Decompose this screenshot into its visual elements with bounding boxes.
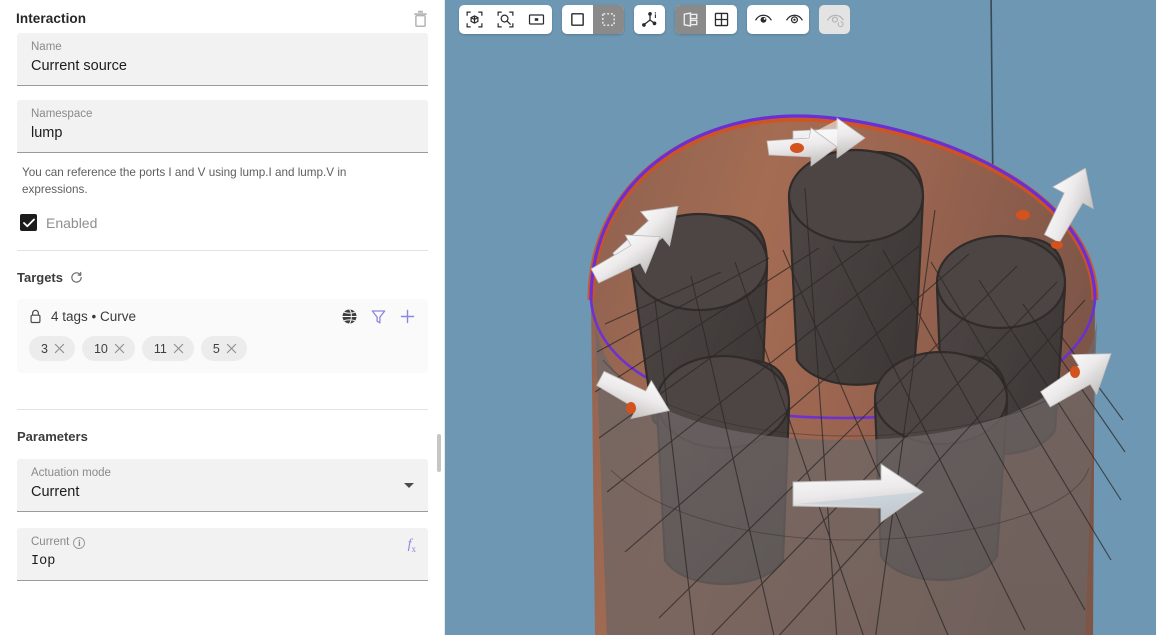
trash-icon[interactable] [409,7,431,29]
parameters-section-header: Parameters [17,429,445,444]
scene-render [445,0,1156,635]
name-field-value: Current source [31,58,127,74]
select-marquee-icon[interactable] [593,5,624,34]
namespace-field-label: Namespace [31,108,93,120]
toolbar-group-layout [675,5,737,34]
current-field-label: Current i [31,535,414,550]
zoom-window-icon[interactable] [521,5,552,34]
filter-icon[interactable] [371,309,386,325]
refresh-icon[interactable] [70,271,83,284]
sidebar-scrollbar[interactable] [436,0,443,635]
name-field[interactable]: Name Current source [17,33,428,86]
zoom-selection-icon[interactable] [490,5,521,34]
tag-label: 11 [153,341,167,356]
actuation-mode-select[interactable]: Actuation mode Current [17,459,428,512]
close-icon[interactable] [226,343,237,354]
lock-icon [29,309,42,324]
info-icon[interactable]: i [73,536,86,549]
zoom-extents-icon[interactable] [459,5,490,34]
page-title: Interaction [16,10,87,26]
panel-header: Interaction [0,3,445,33]
properties-sidebar: Interaction Name Current source Namespac… [0,0,445,635]
plus-icon[interactable] [399,308,416,325]
ports-hint-text: You can reference the ports I and V usin… [22,166,347,196]
actuation-mode-label: Actuation mode [31,467,111,479]
current-label-text: Current [31,536,70,548]
toolbar-group-orientation [634,5,665,34]
list-item[interactable]: 11 [141,336,194,361]
toolbar-group-reset-visibility [819,5,850,34]
parameters-title: Parameters [17,429,88,444]
grid-view-icon[interactable] [706,5,737,34]
chevron-down-icon[interactable] [404,483,414,488]
tag-label: 3 [41,341,48,356]
actuation-mode-value: Current [31,484,80,500]
namespace-field-value: lump [31,125,63,141]
targets-section-header: Targets [17,270,445,285]
enabled-label: Enabled [46,214,98,231]
tag-label: 5 [212,341,220,356]
divider-parameters [17,409,428,410]
hide-icon[interactable] [778,5,809,34]
toolbar-group-fit [459,5,552,34]
axis-orientation-icon[interactable] [634,5,665,34]
split-view-icon[interactable] [675,5,706,34]
reset-visibility-icon[interactable] [819,5,850,34]
target-card: 4 tags • Curve 3 10 11 5 [17,299,428,373]
current-field[interactable]: Current i Iop fx [17,528,428,581]
current-field-value: Iop [31,554,56,569]
viewport-toolbar [459,5,850,34]
divider-targets [17,250,428,251]
toolbar-group-select-mode [562,5,624,34]
list-item[interactable]: 3 [29,336,75,361]
select-box-icon[interactable] [562,5,593,34]
namespace-field[interactable]: Namespace lump [17,100,428,153]
tag-list: 3 10 11 5 [29,336,416,361]
close-icon[interactable] [173,343,184,354]
show-hidden-icon[interactable] [747,5,778,34]
globe-icon[interactable] [341,308,358,325]
name-field-label: Name [31,41,62,53]
checkbox-box [20,214,37,231]
close-icon[interactable] [114,343,125,354]
scrollbar-thumb[interactable] [437,434,441,472]
target-summary: 4 tags • Curve [51,309,137,324]
viewport-3d[interactable] [445,0,1156,635]
close-icon[interactable] [54,343,65,354]
targets-title: Targets [17,270,63,285]
application-window: Interaction Name Current source Namespac… [0,0,1156,635]
list-item[interactable]: 5 [200,336,247,361]
fx-icon[interactable]: fx [408,537,416,554]
list-item[interactable]: 10 [81,336,135,361]
toolbar-group-visibility [747,5,809,34]
tag-label: 10 [93,341,108,356]
enabled-checkbox[interactable]: Enabled [20,214,445,231]
